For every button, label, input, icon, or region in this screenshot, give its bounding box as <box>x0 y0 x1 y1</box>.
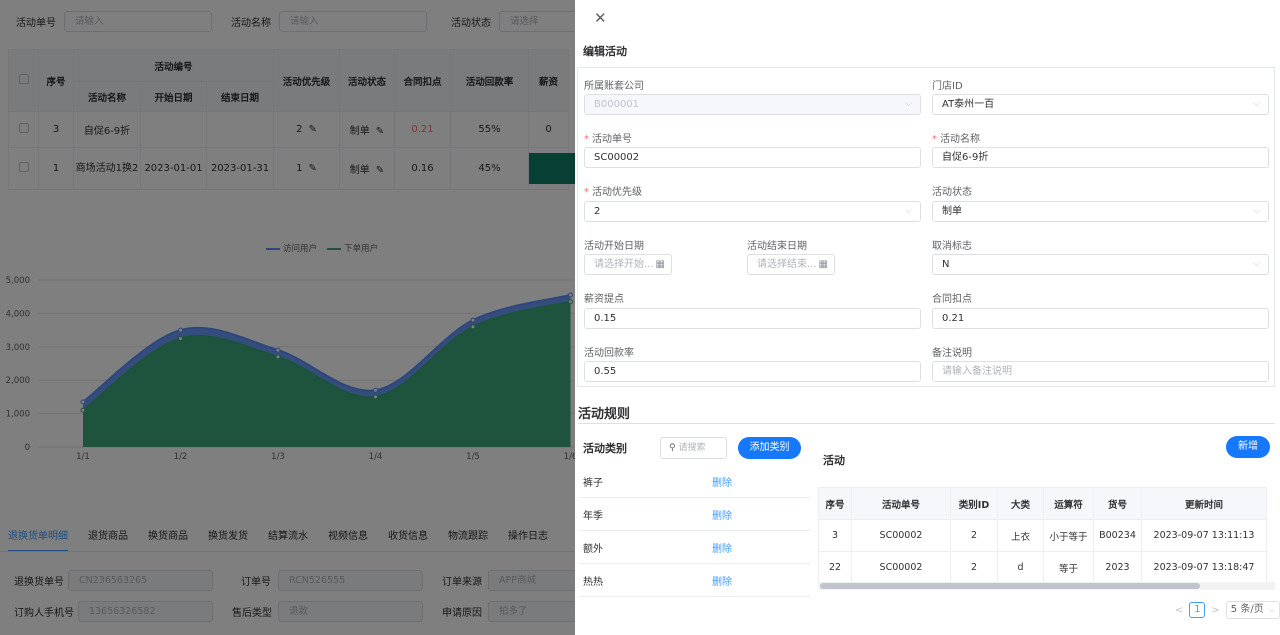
drawer-title: 编辑活动 <box>583 45 627 58</box>
list-item[interactable]: 热热 删除 <box>578 564 810 597</box>
cancel-flag-label: 取消标志 <box>932 241 972 252</box>
category-title: 活动类别 <box>583 442 627 455</box>
store-label: 门店ID <box>932 81 963 92</box>
salary-input[interactable]: 0.15 <box>584 308 921 329</box>
col-sku: 货号 <box>1093 487 1142 520</box>
chevron-down-icon: ⌵ <box>1253 206 1260 216</box>
rules-divider <box>578 423 1275 424</box>
end-date-picker[interactable]: 请选择结束... ▦ <box>747 254 835 275</box>
col-activity-no: 活动单号 <box>851 487 951 520</box>
chevron-down-icon: ⌵ <box>905 99 912 109</box>
list-item[interactable]: 裤子 删除 <box>578 465 810 498</box>
edit-activity-drawer: ✕ 编辑活动 所属账套公司 B000001 ⌵ 门店ID AT泰州一百 ⌵ * 活动单… <box>575 0 1280 635</box>
pagination: < 1 > 5 条/页 ⌵ <box>1175 601 1280 619</box>
page-size-select[interactable]: 5 条/页 ⌵ <box>1225 601 1280 619</box>
delete-button[interactable]: 删除 <box>712 573 732 588</box>
activity-rules-title: 活动 <box>823 454 845 467</box>
company-label: 所属账套公司 <box>584 81 644 92</box>
activity-name-label: * 活动名称 <box>932 134 980 145</box>
col-index: 序号 <box>818 487 852 520</box>
next-page-button[interactable]: > <box>1211 605 1219 616</box>
list-item[interactable]: 年季 删除 <box>578 498 810 531</box>
horizontal-scrollbar[interactable] <box>820 583 1200 589</box>
table-row: 3 SC00002 2 上衣 小于等于 B00234 2023-09-07 13… <box>818 519 1267 552</box>
calendar-icon: ▦ <box>655 259 665 270</box>
priority-select[interactable]: 2 ⌵ <box>584 201 921 222</box>
priority-label: * 活动优先级 <box>584 187 642 198</box>
new-rule-button[interactable]: 新增 <box>1226 436 1270 458</box>
modal-overlay[interactable] <box>0 0 575 635</box>
activity-name-input[interactable]: 自促6-9折 <box>932 147 1269 168</box>
delete-button[interactable]: 删除 <box>712 507 732 522</box>
rules-section-title: 活动规则 <box>578 407 631 422</box>
deduct-input[interactable]: 0.21 <box>932 308 1269 329</box>
prev-page-button[interactable]: < <box>1175 605 1183 616</box>
remark-label: 备注说明 <box>932 348 972 359</box>
col-category-id: 类别ID <box>950 487 998 520</box>
chevron-down-icon: ⌵ <box>1253 259 1260 269</box>
store-select[interactable]: AT泰州一百 ⌵ <box>932 94 1269 115</box>
chevron-down-icon: ⌵ <box>1268 605 1275 614</box>
table-row: 22 SC00002 2 d 等于 2023 2023-09-07 13:18:… <box>818 551 1267 584</box>
remark-input[interactable]: 请输入备注说明 <box>932 361 1269 382</box>
activity-form: 所属账套公司 B000001 ⌵ 门店ID AT泰州一百 ⌵ * 活动单号 SC000… <box>577 67 1275 387</box>
add-category-button[interactable]: 添加类别 <box>738 437 801 459</box>
end-date-label: 活动结束日期 <box>747 241 807 252</box>
col-operator: 运算符 <box>1043 487 1094 520</box>
activity-no-input[interactable]: SC00002 <box>584 147 921 168</box>
page-1-button[interactable]: 1 <box>1189 602 1206 618</box>
start-date-label: 活动开始日期 <box>584 241 644 252</box>
status-select[interactable]: 制单 ⌵ <box>932 201 1269 222</box>
rule-table: 序号 活动单号 类别ID 大类 运算符 货号 更新时间 3 SC00002 2 … <box>818 487 1267 584</box>
payback-label: 活动回款率 <box>584 348 634 359</box>
calendar-icon: ▦ <box>818 259 828 270</box>
category-list: 裤子 删除 年季 删除 额外 删除 热热 删除 <box>578 465 810 597</box>
company-select: B000001 ⌵ <box>584 94 921 115</box>
payback-input[interactable]: 0.55 <box>584 361 921 382</box>
start-date-picker[interactable]: 请选择开始... ▦ <box>584 254 672 275</box>
list-item[interactable]: 额外 删除 <box>578 531 810 564</box>
chevron-down-icon: ⌵ <box>905 206 912 216</box>
deduct-label: 合同扣点 <box>932 294 972 305</box>
category-search-input[interactable]: ⚲ 请搜索 <box>660 437 727 459</box>
close-icon[interactable]: ✕ <box>594 9 607 27</box>
chevron-down-icon: ⌵ <box>1253 99 1260 109</box>
cancel-flag-select[interactable]: N ⌵ <box>932 254 1269 275</box>
delete-button[interactable]: 删除 <box>712 540 732 555</box>
salary-label: 薪资提点 <box>584 294 624 305</box>
col-major: 大类 <box>997 487 1044 520</box>
status-label: 活动状态 <box>932 187 972 198</box>
activity-no-label: * 活动单号 <box>584 134 632 145</box>
col-updated: 更新时间 <box>1141 487 1267 520</box>
delete-button[interactable]: 删除 <box>712 474 732 489</box>
